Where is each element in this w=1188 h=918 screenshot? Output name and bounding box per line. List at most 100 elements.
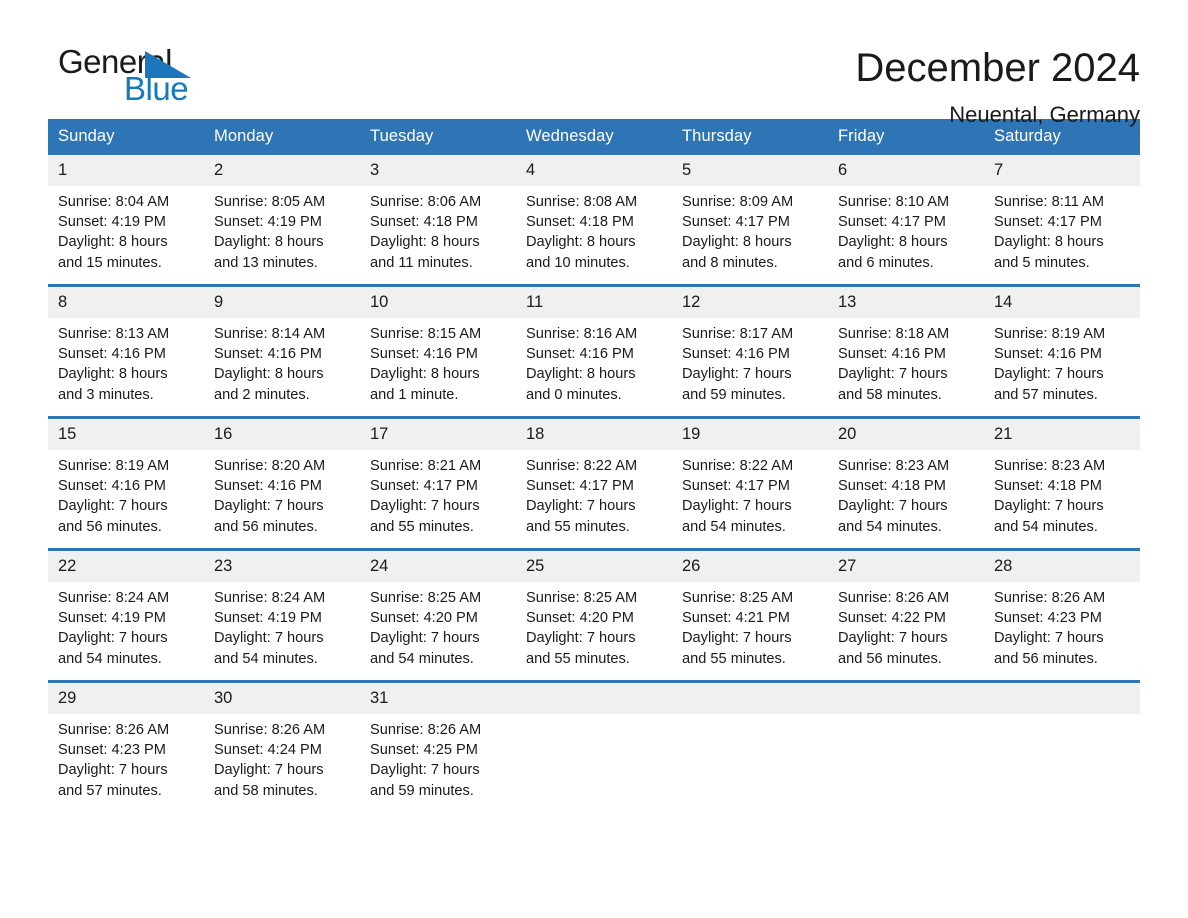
daylight-duration-line1: Daylight: 7 hours bbox=[214, 762, 324, 779]
day-details: Sunrise: 8:26 AM Sunset: 4:22 PM Daylight:… bbox=[828, 582, 984, 680]
calendar-day-cell[interactable]: 14 Sunrise: 8:19 AM Sunset: 4:16 PM Dayligh… bbox=[984, 284, 1140, 418]
calendar-day-cell[interactable]: 18 Sunrise: 8:22 AM Sunset: 4:17 PM Dayligh… bbox=[516, 416, 672, 550]
daylight-duration-line1: Daylight: 7 hours bbox=[370, 630, 480, 647]
day-details: Sunrise: 8:16 AM Sunset: 4:16 PM Daylight:… bbox=[516, 318, 672, 416]
day-details: Sunrise: 8:10 AM Sunset: 4:17 PM Daylight:… bbox=[828, 186, 984, 284]
calendar-day-cell[interactable]: 16 Sunrise: 8:20 AM Sunset: 4:16 PM Dayligh… bbox=[204, 416, 360, 550]
sunrise-time: Sunrise: 8:26 AM bbox=[214, 722, 326, 738]
calendar-day-cell[interactable]: 27 Sunrise: 8:26 AM Sunset: 4:22 PM Dayligh… bbox=[828, 548, 984, 682]
sunrise-time: Sunrise: 8:22 AM bbox=[526, 458, 638, 474]
day-details: Sunrise: 8:21 AM Sunset: 4:17 PM Daylight:… bbox=[360, 450, 516, 548]
sunset-time: Sunset: 4:16 PM bbox=[58, 478, 166, 495]
calendar-day-cell[interactable]: 23 Sunrise: 8:24 AM Sunset: 4:19 PM Dayligh… bbox=[204, 548, 360, 682]
calendar-day-cell[interactable]: 4 Sunrise: 8:08 AM Sunset: 4:18 PM Daylight… bbox=[516, 155, 672, 286]
sunset-time: Sunset: 4:20 PM bbox=[526, 610, 634, 627]
sunrise-time: Sunrise: 8:06 AM bbox=[370, 194, 482, 210]
day-number bbox=[984, 683, 1140, 714]
calendar-day-cell[interactable]: 11 Sunrise: 8:16 AM Sunset: 4:16 PM Dayligh… bbox=[516, 284, 672, 418]
calendar-day-cell[interactable]: 25 Sunrise: 8:25 AM Sunset: 4:20 PM Dayligh… bbox=[516, 548, 672, 682]
sunset-time: Sunset: 4:22 PM bbox=[838, 610, 946, 627]
weekday-header-tuesday: Tuesday bbox=[360, 119, 516, 155]
daylight-duration-line1: Daylight: 7 hours bbox=[994, 498, 1104, 515]
weekday-header-monday: Monday bbox=[204, 119, 360, 155]
calendar-day-cell[interactable]: 2 Sunrise: 8:05 AM Sunset: 4:19 PM Daylight… bbox=[204, 155, 360, 286]
day-details: Sunrise: 8:04 AM Sunset: 4:19 PM Daylight:… bbox=[48, 186, 204, 284]
daylight-duration-line1: Daylight: 7 hours bbox=[838, 366, 948, 383]
calendar-day-cell[interactable]: 10 Sunrise: 8:15 AM Sunset: 4:16 PM Dayligh… bbox=[360, 284, 516, 418]
sunset-time: Sunset: 4:20 PM bbox=[370, 610, 478, 627]
page-header: General Blue December 2024 Neuental, Ger… bbox=[48, 0, 1140, 128]
day-details: Sunrise: 8:26 AM Sunset: 4:23 PM Daylight:… bbox=[48, 714, 204, 812]
calendar-day-cell[interactable]: 22 Sunrise: 8:24 AM Sunset: 4:19 PM Dayligh… bbox=[48, 548, 204, 682]
day-details bbox=[516, 714, 672, 812]
calendar-day-cell[interactable]: 6 Sunrise: 8:10 AM Sunset: 4:17 PM Daylight… bbox=[828, 155, 984, 286]
calendar-day-cell[interactable]: 9 Sunrise: 8:14 AM Sunset: 4:16 PM Daylight… bbox=[204, 284, 360, 418]
calendar-day-cell[interactable]: 8 Sunrise: 8:13 AM Sunset: 4:16 PM Daylight… bbox=[48, 284, 204, 418]
day-number: 10 bbox=[360, 287, 516, 318]
daylight-duration-line2: and 5 minutes. bbox=[994, 254, 1090, 271]
daylight-duration-line2: and 15 minutes. bbox=[58, 254, 162, 271]
daylight-duration-line1: Daylight: 7 hours bbox=[58, 630, 168, 647]
sunrise-time: Sunrise: 8:26 AM bbox=[838, 590, 950, 606]
day-details: Sunrise: 8:26 AM Sunset: 4:25 PM Daylight:… bbox=[360, 714, 516, 812]
daylight-duration-line1: Daylight: 8 hours bbox=[682, 234, 792, 251]
sunrise-time: Sunrise: 8:05 AM bbox=[214, 194, 326, 210]
sunset-time: Sunset: 4:23 PM bbox=[994, 610, 1102, 627]
sunrise-time: Sunrise: 8:24 AM bbox=[214, 590, 326, 606]
calendar-day-cell[interactable]: 21 Sunrise: 8:23 AM Sunset: 4:18 PM Dayligh… bbox=[984, 416, 1140, 550]
weekday-header-wednesday: Wednesday bbox=[516, 119, 672, 155]
calendar-day-cell[interactable]: 12 Sunrise: 8:17 AM Sunset: 4:16 PM Dayligh… bbox=[672, 284, 828, 418]
sunrise-time: Sunrise: 8:11 AM bbox=[994, 194, 1105, 210]
sunrise-sunset-calendar: Sunday Monday Tuesday Wednesday Thursday… bbox=[48, 119, 1140, 812]
calendar-day-cell[interactable]: 28 Sunrise: 8:26 AM Sunset: 4:23 PM Dayligh… bbox=[984, 548, 1140, 682]
daylight-duration-line1: Daylight: 7 hours bbox=[214, 630, 324, 647]
sunrise-time: Sunrise: 8:25 AM bbox=[370, 590, 482, 606]
calendar-day-cell[interactable]: 5 Sunrise: 8:09 AM Sunset: 4:17 PM Daylight… bbox=[672, 155, 828, 286]
day-details: Sunrise: 8:13 AM Sunset: 4:16 PM Daylight:… bbox=[48, 318, 204, 416]
day-details: Sunrise: 8:25 AM Sunset: 4:21 PM Daylight:… bbox=[672, 582, 828, 680]
day-details: Sunrise: 8:06 AM Sunset: 4:18 PM Daylight:… bbox=[360, 186, 516, 284]
daylight-duration-line2: and 56 minutes. bbox=[58, 518, 162, 535]
day-number: 23 bbox=[204, 551, 360, 582]
daylight-duration-line2: and 13 minutes. bbox=[214, 254, 318, 271]
calendar-day-cell[interactable]: 30 Sunrise: 8:26 AM Sunset: 4:24 PM Dayligh… bbox=[204, 680, 360, 812]
daylight-duration-line2: and 58 minutes. bbox=[214, 782, 318, 799]
calendar-day-cell-empty bbox=[516, 680, 672, 812]
weekday-header-sunday: Sunday bbox=[48, 119, 204, 155]
daylight-duration-line2: and 55 minutes. bbox=[682, 650, 786, 667]
general-blue-logo[interactable]: General Blue bbox=[48, 44, 238, 108]
sunrise-time: Sunrise: 8:26 AM bbox=[58, 722, 170, 738]
day-number: 25 bbox=[516, 551, 672, 582]
calendar-day-cell[interactable]: 1 Sunrise: 8:04 AM Sunset: 4:19 PM Daylight… bbox=[48, 155, 204, 286]
daylight-duration-line1: Daylight: 8 hours bbox=[994, 234, 1104, 251]
day-details: Sunrise: 8:17 AM Sunset: 4:16 PM Daylight:… bbox=[672, 318, 828, 416]
daylight-duration-line2: and 59 minutes. bbox=[370, 782, 474, 799]
daylight-duration-line2: and 57 minutes. bbox=[994, 386, 1098, 403]
daylight-duration-line1: Daylight: 7 hours bbox=[370, 762, 480, 779]
day-number: 4 bbox=[516, 155, 672, 186]
day-number bbox=[672, 683, 828, 714]
calendar-day-cell[interactable]: 31 Sunrise: 8:26 AM Sunset: 4:25 PM Dayligh… bbox=[360, 680, 516, 812]
sunset-time: Sunset: 4:21 PM bbox=[682, 610, 790, 627]
calendar-day-cell[interactable]: 19 Sunrise: 8:22 AM Sunset: 4:17 PM Dayligh… bbox=[672, 416, 828, 550]
calendar-day-cell[interactable]: 20 Sunrise: 8:23 AM Sunset: 4:18 PM Dayligh… bbox=[828, 416, 984, 550]
daylight-duration-line1: Daylight: 8 hours bbox=[214, 366, 324, 383]
calendar-body: 1 Sunrise: 8:04 AM Sunset: 4:19 PM Daylight… bbox=[48, 155, 1140, 812]
daylight-duration-line2: and 58 minutes. bbox=[838, 386, 942, 403]
calendar-day-cell[interactable]: 26 Sunrise: 8:25 AM Sunset: 4:21 PM Dayligh… bbox=[672, 548, 828, 682]
day-number bbox=[516, 683, 672, 714]
calendar-day-cell[interactable]: 3 Sunrise: 8:06 AM Sunset: 4:18 PM Daylight… bbox=[360, 155, 516, 286]
calendar-day-cell[interactable]: 29 Sunrise: 8:26 AM Sunset: 4:23 PM Dayligh… bbox=[48, 680, 204, 812]
sunrise-time: Sunrise: 8:23 AM bbox=[838, 458, 950, 474]
calendar-day-cell[interactable]: 7 Sunrise: 8:11 AM Sunset: 4:17 PM Daylight… bbox=[984, 155, 1140, 286]
daylight-duration-line1: Daylight: 7 hours bbox=[370, 498, 480, 515]
sunset-time: Sunset: 4:18 PM bbox=[370, 214, 478, 231]
calendar-day-cell[interactable]: 13 Sunrise: 8:18 AM Sunset: 4:16 PM Dayligh… bbox=[828, 284, 984, 418]
calendar-day-cell[interactable]: 17 Sunrise: 8:21 AM Sunset: 4:17 PM Dayligh… bbox=[360, 416, 516, 550]
calendar-day-cell[interactable]: 24 Sunrise: 8:25 AM Sunset: 4:20 PM Dayligh… bbox=[360, 548, 516, 682]
sunset-time: Sunset: 4:19 PM bbox=[214, 214, 322, 231]
sunrise-time: Sunrise: 8:25 AM bbox=[526, 590, 638, 606]
calendar-day-cell[interactable]: 15 Sunrise: 8:19 AM Sunset: 4:16 PM Dayligh… bbox=[48, 416, 204, 550]
day-number: 30 bbox=[204, 683, 360, 714]
day-number: 13 bbox=[828, 287, 984, 318]
